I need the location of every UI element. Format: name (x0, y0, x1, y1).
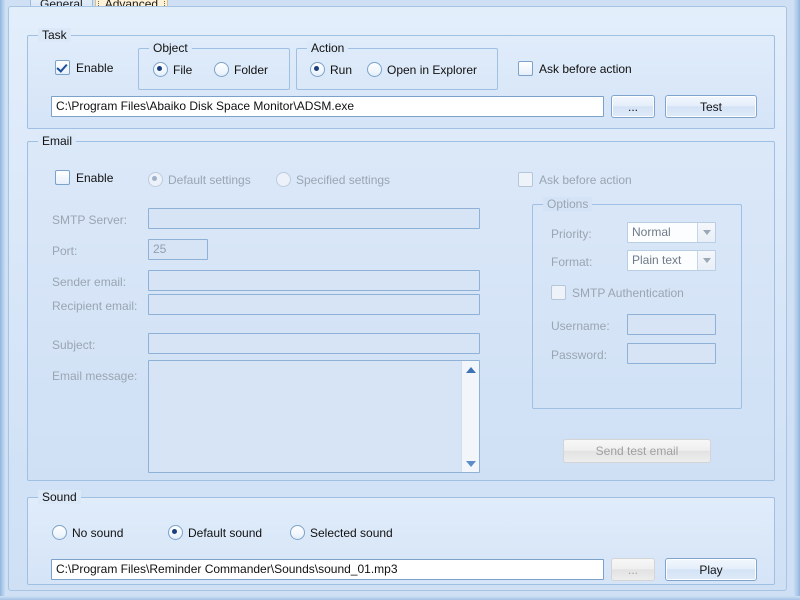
send-test-email-button-label: Send test email (595, 444, 679, 458)
action-radio-run-label: Run (330, 62, 353, 77)
options-group-title: Options (543, 197, 593, 211)
window-frame-bottom-edge (0, 596, 800, 600)
action-group: Action Run Open in Explorer (296, 41, 498, 90)
action-group-title: Action (307, 41, 349, 55)
format-value: Plain text (632, 253, 682, 267)
sender-email-label: Sender email: (52, 275, 127, 289)
radio-unselected-icon (52, 525, 67, 540)
email-enable-label: Enable (76, 170, 114, 185)
radio-selected-icon (310, 62, 325, 77)
task-enable-label: Enable (76, 60, 114, 75)
radio-unselected-icon (276, 172, 291, 187)
priority-label: Priority: (551, 227, 592, 241)
email-ask-before-action-label: Ask before action (539, 172, 632, 187)
object-radio-folder-label: Folder (234, 62, 269, 77)
checkbox-unchecked-icon (518, 61, 533, 76)
action-radio-run[interactable]: Run (310, 62, 352, 77)
recipient-email-input[interactable] (148, 294, 480, 315)
object-radio-folder[interactable]: Folder (214, 62, 268, 77)
action-radio-open-in-explorer[interactable]: Open in Explorer (367, 62, 477, 77)
email-radio-specified-settings[interactable]: Specified settings (276, 172, 390, 187)
chevron-down-icon[interactable] (697, 251, 715, 270)
checkbox-unchecked-icon (518, 172, 533, 187)
task-group: Task Enable Object File Folder Action Ru… (27, 28, 775, 129)
task-browse-button-label: ... (627, 99, 638, 114)
format-combobox[interactable]: Plain text (627, 250, 716, 271)
options-group: Options Priority: Normal Format: Plain t… (532, 197, 742, 409)
password-input[interactable] (627, 343, 716, 364)
smtp-authentication-checkbox[interactable]: SMTP Authentication (551, 285, 684, 300)
task-browse-button[interactable]: ... (611, 95, 655, 118)
email-radio-specified-settings-label: Specified settings (296, 172, 391, 187)
scroll-up-arrow-icon[interactable] (462, 361, 479, 378)
email-message-label: Email message: (52, 369, 138, 383)
window-frame-left-edge (0, 0, 5, 600)
radio-selected-icon (148, 172, 163, 187)
task-test-button-label: Test (699, 99, 722, 114)
task-ask-before-action-label: Ask before action (539, 61, 632, 76)
send-test-email-button[interactable]: Send test email (563, 439, 711, 463)
subject-label: Subject: (52, 338, 96, 352)
sender-email-input[interactable] (148, 270, 480, 291)
smtp-authentication-label: SMTP Authentication (572, 285, 684, 300)
sound-radio-selected-sound[interactable]: Selected sound (290, 525, 393, 540)
checkbox-unchecked-icon (55, 170, 70, 185)
recipient-email-label: Recipient email: (52, 299, 138, 313)
chevron-down-icon[interactable] (697, 223, 715, 242)
scroll-down-arrow-icon[interactable] (462, 455, 479, 472)
sound-radio-default-sound[interactable]: Default sound (168, 525, 262, 540)
email-enable-checkbox[interactable]: Enable (55, 170, 113, 185)
email-message-textarea[interactable] (148, 360, 480, 473)
task-group-title: Task (38, 28, 71, 42)
sound-path-input[interactable]: C:\Program Files\Reminder Commander\Soun… (51, 559, 604, 580)
object-radio-file-label: File (173, 62, 193, 77)
task-ask-before-action-checkbox[interactable]: Ask before action (518, 61, 632, 76)
sound-play-button[interactable]: Play (665, 558, 757, 581)
email-radio-default-settings[interactable]: Default settings (148, 172, 251, 187)
radio-selected-icon (153, 62, 168, 77)
sound-radio-no-sound-label: No sound (72, 525, 124, 540)
action-radio-open-in-explorer-label: Open in Explorer (387, 62, 478, 77)
sound-group-title: Sound (38, 490, 81, 504)
object-group: Object File Folder (138, 41, 290, 90)
sound-browse-button-label: ... (627, 562, 638, 577)
email-group: Email Enable Default settings Specified … (27, 134, 775, 481)
port-input[interactable]: 25 (148, 239, 208, 260)
username-input[interactable] (627, 314, 716, 335)
sound-browse-button[interactable]: ... (611, 558, 655, 581)
advanced-tab-page: Task Enable Object File Folder Action Ru… (8, 6, 787, 591)
subject-input[interactable] (148, 333, 480, 354)
advanced-settings-window: General Advanced Task Enable Object File (0, 0, 800, 600)
sound-play-button-label: Play (699, 562, 723, 577)
checkbox-unchecked-icon (551, 285, 566, 300)
task-test-button[interactable]: Test (665, 95, 757, 118)
priority-value: Normal (632, 225, 671, 239)
port-label: Port: (52, 244, 78, 258)
password-label: Password: (551, 348, 608, 362)
sound-group: Sound No sound Default sound Selected so… (27, 490, 775, 585)
smtp-server-label: SMTP Server: (52, 213, 128, 227)
task-path-input[interactable]: C:\Program Files\Abaiko Disk Space Monit… (51, 96, 604, 117)
email-ask-before-action-checkbox[interactable]: Ask before action (518, 172, 632, 187)
object-group-title: Object (149, 41, 192, 55)
priority-combobox[interactable]: Normal (627, 222, 716, 243)
radio-unselected-icon (367, 62, 382, 77)
task-enable-checkbox[interactable]: Enable (55, 60, 113, 75)
smtp-server-input[interactable] (148, 208, 480, 229)
window-frame-right-edge (794, 0, 800, 600)
radio-unselected-icon (290, 525, 305, 540)
object-radio-file[interactable]: File (153, 62, 192, 77)
username-label: Username: (551, 319, 610, 333)
sound-radio-default-sound-label: Default sound (188, 525, 263, 540)
sound-radio-selected-sound-label: Selected sound (310, 525, 393, 540)
email-group-title: Email (38, 134, 77, 148)
radio-unselected-icon (214, 62, 229, 77)
checkbox-checked-icon (55, 60, 70, 75)
sound-radio-no-sound[interactable]: No sound (52, 525, 123, 540)
email-radio-default-settings-label: Default settings (168, 172, 251, 187)
format-label: Format: (551, 255, 593, 269)
radio-selected-icon (168, 525, 183, 540)
email-message-scrollbar[interactable] (461, 361, 479, 472)
